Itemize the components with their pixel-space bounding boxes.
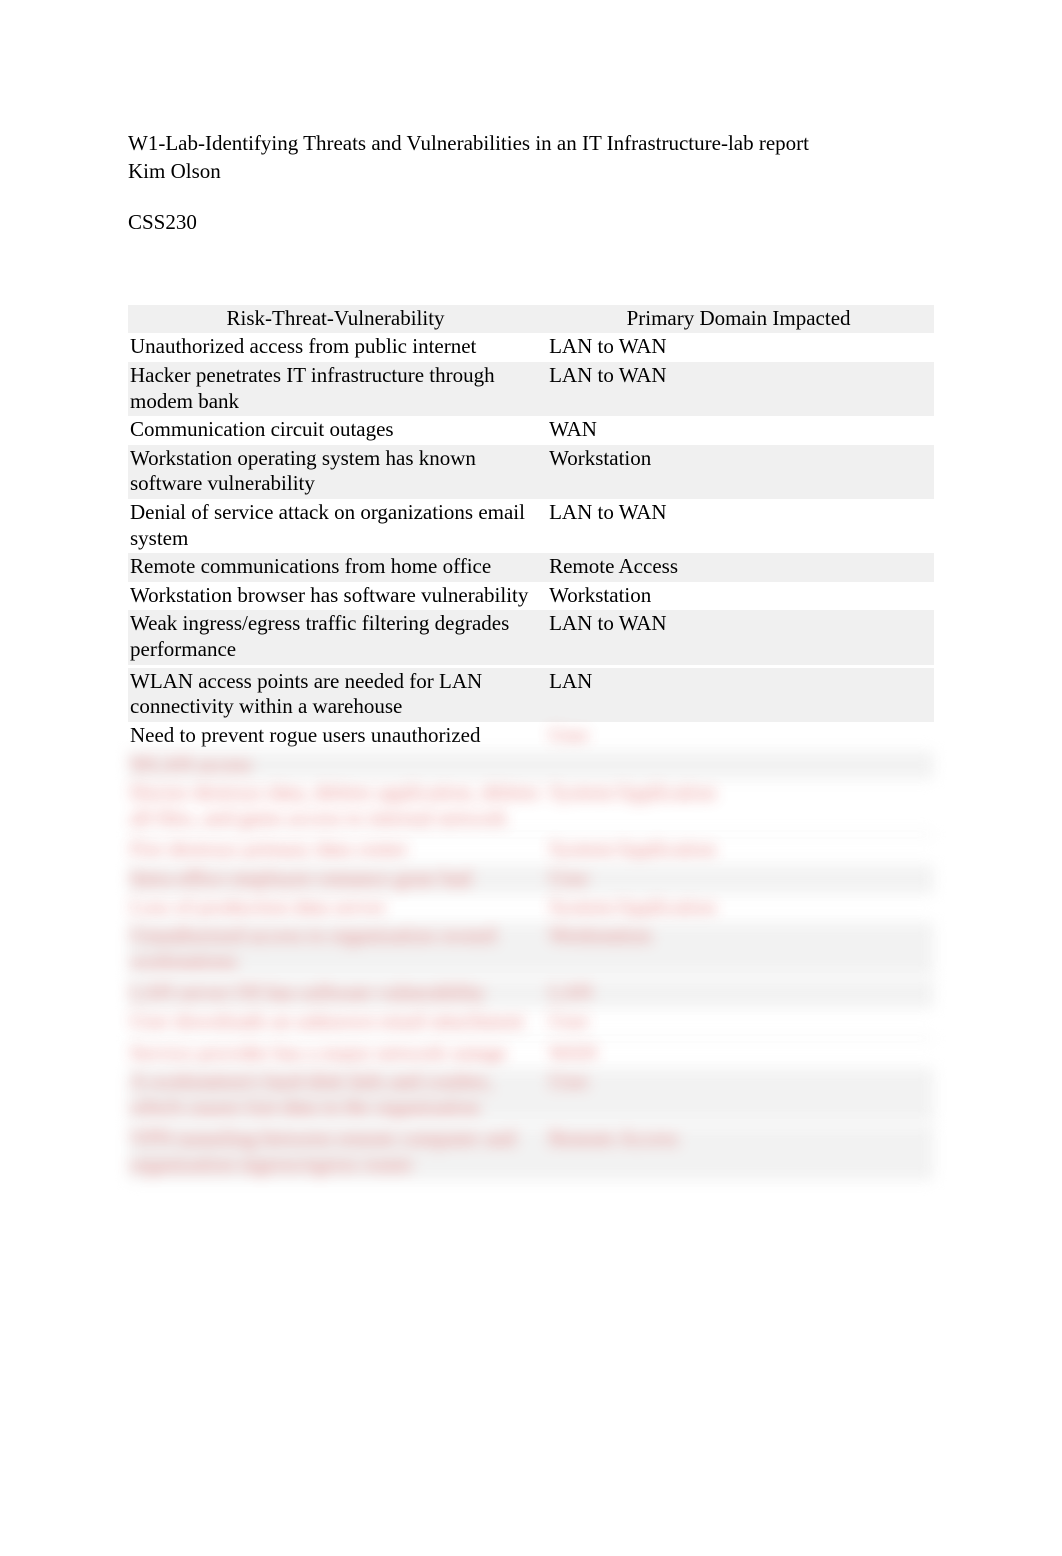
cell-risk: Service provider has a major network out… [128, 1040, 547, 1069]
cell-risk: Denial of service attack on organization… [128, 499, 547, 553]
cell-domain: System/Application [547, 779, 934, 833]
table-row: Loss of production data serverSystem/App… [128, 894, 934, 923]
cell-risk: Loss of production data server [128, 894, 547, 923]
cell-domain [547, 751, 934, 780]
cell-domain: WAN [547, 416, 934, 445]
doc-title-line: W1-Lab-Identifying Threats and Vulnerabi… [128, 130, 934, 156]
cell-risk: Doctor destroys data, deletes applicatio… [128, 779, 547, 833]
cell-domain: Workstation [547, 922, 934, 976]
cell-domain: User [547, 1068, 934, 1122]
cell-risk: LAN server OS has software vulnerability [128, 979, 547, 1008]
cell-risk: WLAN access points are needed for LAN co… [128, 668, 547, 722]
table-row: LAN server OS has software vulnerability… [128, 979, 934, 1008]
cell-domain: Remote Access [547, 1125, 934, 1179]
cell-risk: Remote communications from home office [128, 553, 547, 582]
risk-table: Risk-Threat-VulnerabilityPrimary Domain … [128, 305, 934, 1180]
table-row: Unauthorized access from public internet… [128, 333, 934, 362]
cell-domain: System/Application [547, 894, 934, 923]
table-row: Weak ingress/egress traffic filtering de… [128, 610, 934, 664]
cell-domain: Remote Access [547, 553, 934, 582]
table-row: WLAN access [128, 751, 934, 780]
cell-domain: LAN to WAN [547, 499, 934, 553]
cell-domain: Workstation [547, 445, 934, 499]
cell-risk: Intra-office employee romance gone bad [128, 865, 547, 894]
cell-domain: User [547, 1008, 934, 1037]
document-heading-block: W1-Lab-Identifying Threats and Vulnerabi… [128, 130, 934, 235]
cell-domain: WAN [547, 1040, 934, 1069]
cell-risk: Workstation browser has software vulnera… [128, 582, 547, 611]
risk-table-wrap: Risk-Threat-VulnerabilityPrimary Domain … [128, 305, 934, 1180]
cell-risk: Unauthorized access from public internet [128, 333, 547, 362]
cell-risk: VPN tunneling between remote computer an… [128, 1125, 547, 1179]
table-row: Denial of service attack on organization… [128, 499, 934, 553]
cell-risk: Hacker penetrates IT infrastructure thro… [128, 362, 547, 416]
cell-domain: LAN to WAN [547, 333, 934, 362]
cell-domain: LAN [547, 979, 934, 1008]
cell-risk: WLAN access [128, 751, 547, 780]
cell-risk: Fire destroys primary data center [128, 836, 547, 865]
table-row: A workstation's hard disk fails and cras… [128, 1068, 934, 1122]
doc-course-line: CSS230 [128, 209, 934, 235]
cell-domain: LAN to WAN [547, 610, 934, 664]
table-row: Need to prevent rogue users unauthorized… [128, 722, 934, 751]
table-row: Workstation browser has software vulnera… [128, 582, 934, 611]
table-row: Intra-office employee romance gone badUs… [128, 865, 934, 894]
cell-risk: Weak ingress/egress traffic filtering de… [128, 610, 547, 664]
cell-domain: Workstation [547, 582, 934, 611]
table-row: VPN tunneling between remote computer an… [128, 1125, 934, 1179]
table-row: Doctor destroys data, deletes applicatio… [128, 779, 934, 833]
table-row: Workstation operating system has known s… [128, 445, 934, 499]
cell-risk: Unauthorized access to organization owne… [128, 922, 547, 976]
cell-risk: User downloads an unknown email attachme… [128, 1008, 547, 1037]
cell-domain: User [547, 722, 934, 751]
risk-table-body: Risk-Threat-VulnerabilityPrimary Domain … [128, 305, 934, 1180]
cell-domain: System/Application [547, 836, 934, 865]
cell-risk: A workstation's hard disk fails and cras… [128, 1068, 547, 1122]
cell-domain: LAN to WAN [547, 362, 934, 416]
table-header-row: Risk-Threat-VulnerabilityPrimary Domain … [128, 305, 934, 334]
doc-author-line: Kim Olson [128, 158, 934, 184]
header-col-risk: Risk-Threat-Vulnerability [128, 305, 547, 334]
cell-risk: Need to prevent rogue users unauthorized [128, 722, 547, 751]
table-row: Service provider has a major network out… [128, 1040, 934, 1069]
cell-risk: Workstation operating system has known s… [128, 445, 547, 499]
table-row: Remote communications from home officeRe… [128, 553, 934, 582]
table-row: Unauthorized access to organization owne… [128, 922, 934, 976]
cell-risk: Communication circuit outages [128, 416, 547, 445]
table-row: Fire destroys primary data centerSystem/… [128, 836, 934, 865]
table-row: User downloads an unknown email attachme… [128, 1008, 934, 1037]
table-row: Communication circuit outagesWAN [128, 416, 934, 445]
cell-domain: LAN [547, 668, 934, 722]
cell-domain: User [547, 865, 934, 894]
table-row: WLAN access points are needed for LAN co… [128, 668, 934, 722]
header-col-domain: Primary Domain Impacted [547, 305, 934, 334]
document-page: W1-Lab-Identifying Threats and Vulnerabi… [0, 0, 1062, 1556]
table-row: Hacker penetrates IT infrastructure thro… [128, 362, 934, 416]
